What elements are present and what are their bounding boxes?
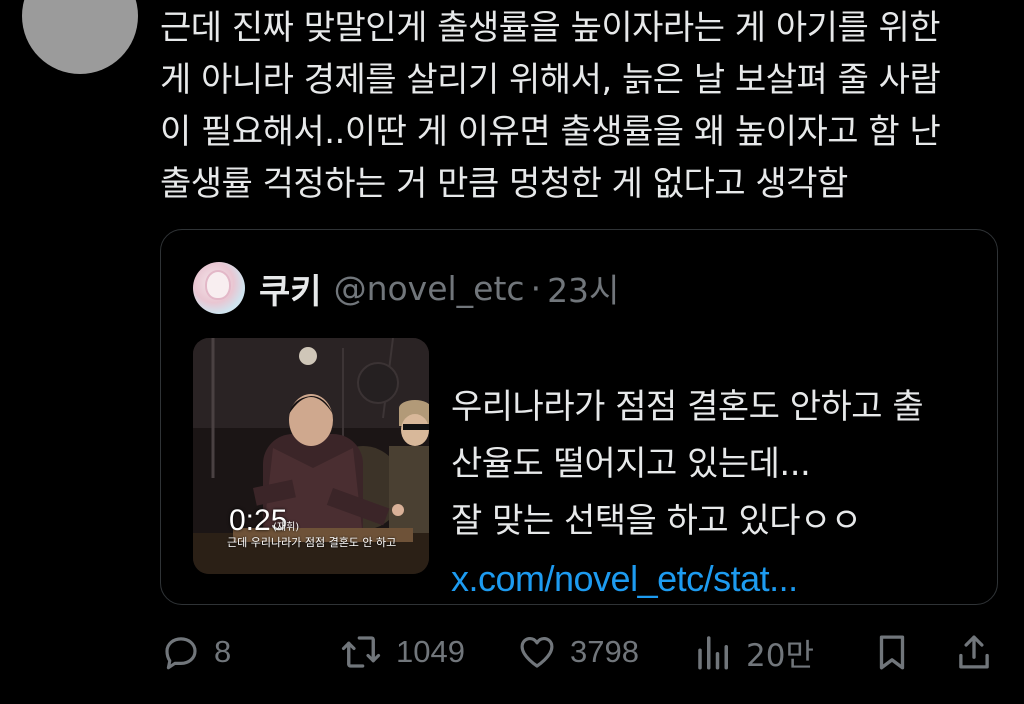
quoted-tweet-text: 우리나라가 점점 결혼도 안하고 출 산율도 떨어지고 있는데... 잘 맞는 … bbox=[451, 387, 924, 541]
separator-dot: · bbox=[530, 268, 542, 308]
analytics-icon bbox=[698, 636, 728, 670]
video-thumbnail[interactable]: 0:25 (재휘) 근데 우리나라가 점점 결혼도 안 하고 bbox=[193, 338, 429, 574]
views-count: 20만 bbox=[746, 637, 814, 674]
views-button[interactable]: 20만 bbox=[694, 624, 814, 680]
bookmark-icon bbox=[879, 635, 905, 670]
like-button[interactable]: 3798 bbox=[516, 624, 639, 680]
repost-icon bbox=[341, 636, 381, 668]
share-button[interactable] bbox=[954, 624, 994, 680]
video-caption: (재휘) 근데 우리나라가 점점 결혼도 안 하고 bbox=[227, 522, 397, 550]
quoted-tweet-link[interactable]: x.com/novel_etc/stat... bbox=[451, 550, 981, 607]
reply-button[interactable]: 8 bbox=[160, 624, 231, 680]
bookmark-button[interactable] bbox=[872, 624, 912, 680]
repost-button[interactable]: 1049 bbox=[338, 624, 465, 680]
quoted-user-avatar[interactable] bbox=[193, 262, 245, 314]
like-count: 3798 bbox=[570, 634, 639, 669]
quoted-tweet-card[interactable]: 쿠키 @novel_etc · 23시 0:25 (재휘) 근데 우리나라가 점… bbox=[160, 229, 998, 605]
quoted-tweet-body: 우리나라가 점점 결혼도 안하고 출 산율도 떨어지고 있는데... 잘 맞는 … bbox=[451, 322, 981, 664]
video-caption-text: 근데 우리나라가 점점 결혼도 안 하고 bbox=[227, 536, 397, 549]
quoted-tweet-header: 쿠키 @novel_etc · 23시 bbox=[193, 262, 619, 314]
share-icon bbox=[959, 635, 989, 669]
avatar[interactable] bbox=[22, 0, 138, 74]
quoted-user-name[interactable]: 쿠키 bbox=[259, 264, 322, 313]
quoted-user-handle[interactable]: @novel_etc bbox=[334, 269, 525, 308]
reply-icon bbox=[165, 637, 197, 670]
tweet-text: 근데 진짜 맞말인게 출생률을 높이자라는 게 아기를 위한 게 아니라 경제를… bbox=[160, 8, 941, 204]
repost-count: 1049 bbox=[396, 634, 465, 669]
reply-count: 8 bbox=[214, 634, 232, 669]
tweet-actions-bar: 8 1049 3798 20만 bbox=[160, 624, 1000, 680]
heart-icon bbox=[520, 636, 554, 668]
quoted-tweet-time[interactable]: 23시 bbox=[547, 264, 619, 312]
video-caption-speaker: (재휘) bbox=[273, 522, 300, 533]
